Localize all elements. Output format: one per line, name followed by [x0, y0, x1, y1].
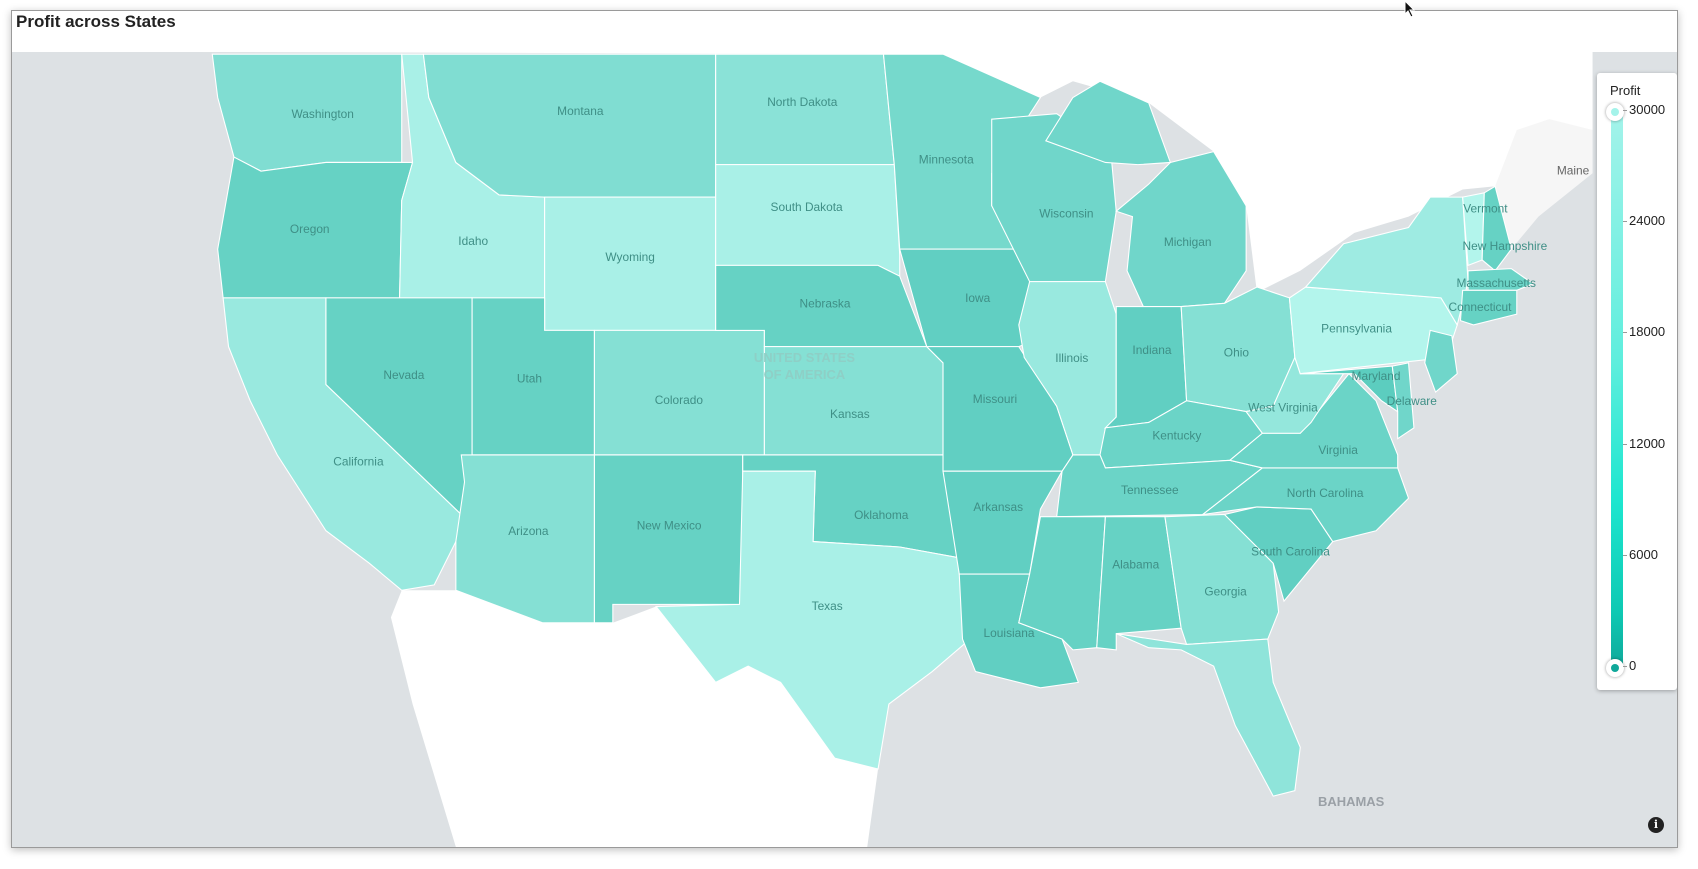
- bahamas-label: BAHAMAS: [1318, 794, 1385, 809]
- legend-tick: 18000: [1622, 324, 1666, 339]
- maine-label: Maine: [1557, 163, 1590, 177]
- state-label-massachusetts: Massachusetts: [1457, 276, 1536, 290]
- state-label-tennessee: Tennessee: [1121, 483, 1179, 497]
- state-label-minnesota: Minnesota: [919, 153, 974, 167]
- color-legend: Profit 30000 24000 18000 12000 6000 0: [1597, 73, 1677, 690]
- panel-title: Profit across States: [16, 12, 176, 31]
- legend-tick: 12000: [1622, 436, 1666, 451]
- mouse-cursor-icon: [1404, 0, 1416, 18]
- state-label-georgia: Georgia: [1204, 585, 1247, 599]
- state-label-oregon: Oregon: [290, 222, 330, 236]
- state-label-arkansas: Arkansas: [973, 500, 1023, 514]
- state-label-pennsylvania: Pennsylvania: [1321, 322, 1392, 336]
- state-label-north-dakota: North Dakota: [767, 95, 838, 109]
- state-label-illinois: Illinois: [1055, 351, 1088, 365]
- legend-tick: 24000: [1622, 213, 1666, 228]
- state-label-missouri: Missouri: [973, 392, 1017, 406]
- state-label-wisconsin: Wisconsin: [1039, 207, 1093, 221]
- country-label: OF AMERICA: [764, 367, 846, 382]
- state-label-new-mexico: New Mexico: [637, 519, 702, 533]
- legend-tick: 30000: [1622, 102, 1666, 117]
- state-new-mexico[interactable]: [593, 454, 744, 624]
- state-label-montana: Montana: [557, 104, 604, 118]
- map-panel: Profit across States Washington Oregon Cal…: [11, 10, 1678, 848]
- info-icon[interactable]: i: [1648, 817, 1664, 833]
- state-label-connecticut: Connecticut: [1449, 300, 1513, 314]
- legend-title: Profit: [1610, 83, 1641, 98]
- legend-tick: 6000: [1623, 547, 1658, 562]
- country-label: UNITED STATES: [754, 350, 856, 365]
- state-label-west-virginia: West Virginia: [1248, 401, 1318, 415]
- state-label-virginia: Virginia: [1318, 443, 1358, 457]
- legend-min-handle[interactable]: [1606, 659, 1624, 677]
- state-label-idaho: Idaho: [458, 234, 488, 248]
- state-label-texas: Texas: [812, 599, 843, 613]
- state-label-south-carolina: South Carolina: [1251, 545, 1330, 559]
- state-north-dakota[interactable]: [715, 53, 895, 166]
- state-label-maryland: Maryland: [1352, 369, 1401, 383]
- choropleth-map[interactable]: Washington Oregon California Idaho Nevada Mon…: [12, 52, 1677, 847]
- legend-gradient-bar: [1611, 111, 1623, 668]
- state-label-colorado: Colorado: [655, 393, 704, 407]
- state-label-vermont: Vermont: [1463, 201, 1508, 215]
- state-label-alabama: Alabama: [1112, 558, 1159, 572]
- state-arizona[interactable]: [455, 454, 595, 624]
- state-label-delaware: Delaware: [1387, 394, 1438, 408]
- state-label-new-hampshire: New Hampshire: [1463, 239, 1548, 253]
- state-label-indiana: Indiana: [1132, 343, 1171, 357]
- state-label-ohio: Ohio: [1224, 345, 1250, 359]
- state-label-kentucky: Kentucky: [1152, 429, 1201, 443]
- state-label-kansas: Kansas: [830, 407, 870, 421]
- state-label-iowa: Iowa: [965, 291, 991, 305]
- state-label-nebraska: Nebraska: [800, 297, 851, 311]
- state-label-washington: Washington: [291, 107, 353, 121]
- state-south-dakota[interactable]: [715, 164, 901, 278]
- state-label-south-dakota: South Dakota: [771, 200, 844, 214]
- legend-max-handle[interactable]: [1606, 103, 1624, 121]
- state-label-michigan: Michigan: [1164, 235, 1212, 249]
- state-label-louisiana: Louisiana: [984, 626, 1035, 640]
- state-label-nevada: Nevada: [383, 368, 424, 382]
- state-label-california: California: [333, 455, 384, 469]
- legend-tick: 0: [1622, 658, 1637, 673]
- state-label-north-carolina: North Carolina: [1287, 486, 1364, 500]
- state-label-utah: Utah: [517, 371, 542, 385]
- state-label-wyoming: Wyoming: [605, 250, 655, 264]
- state-label-arizona: Arizona: [508, 524, 549, 538]
- state-label-oklahoma: Oklahoma: [854, 508, 909, 522]
